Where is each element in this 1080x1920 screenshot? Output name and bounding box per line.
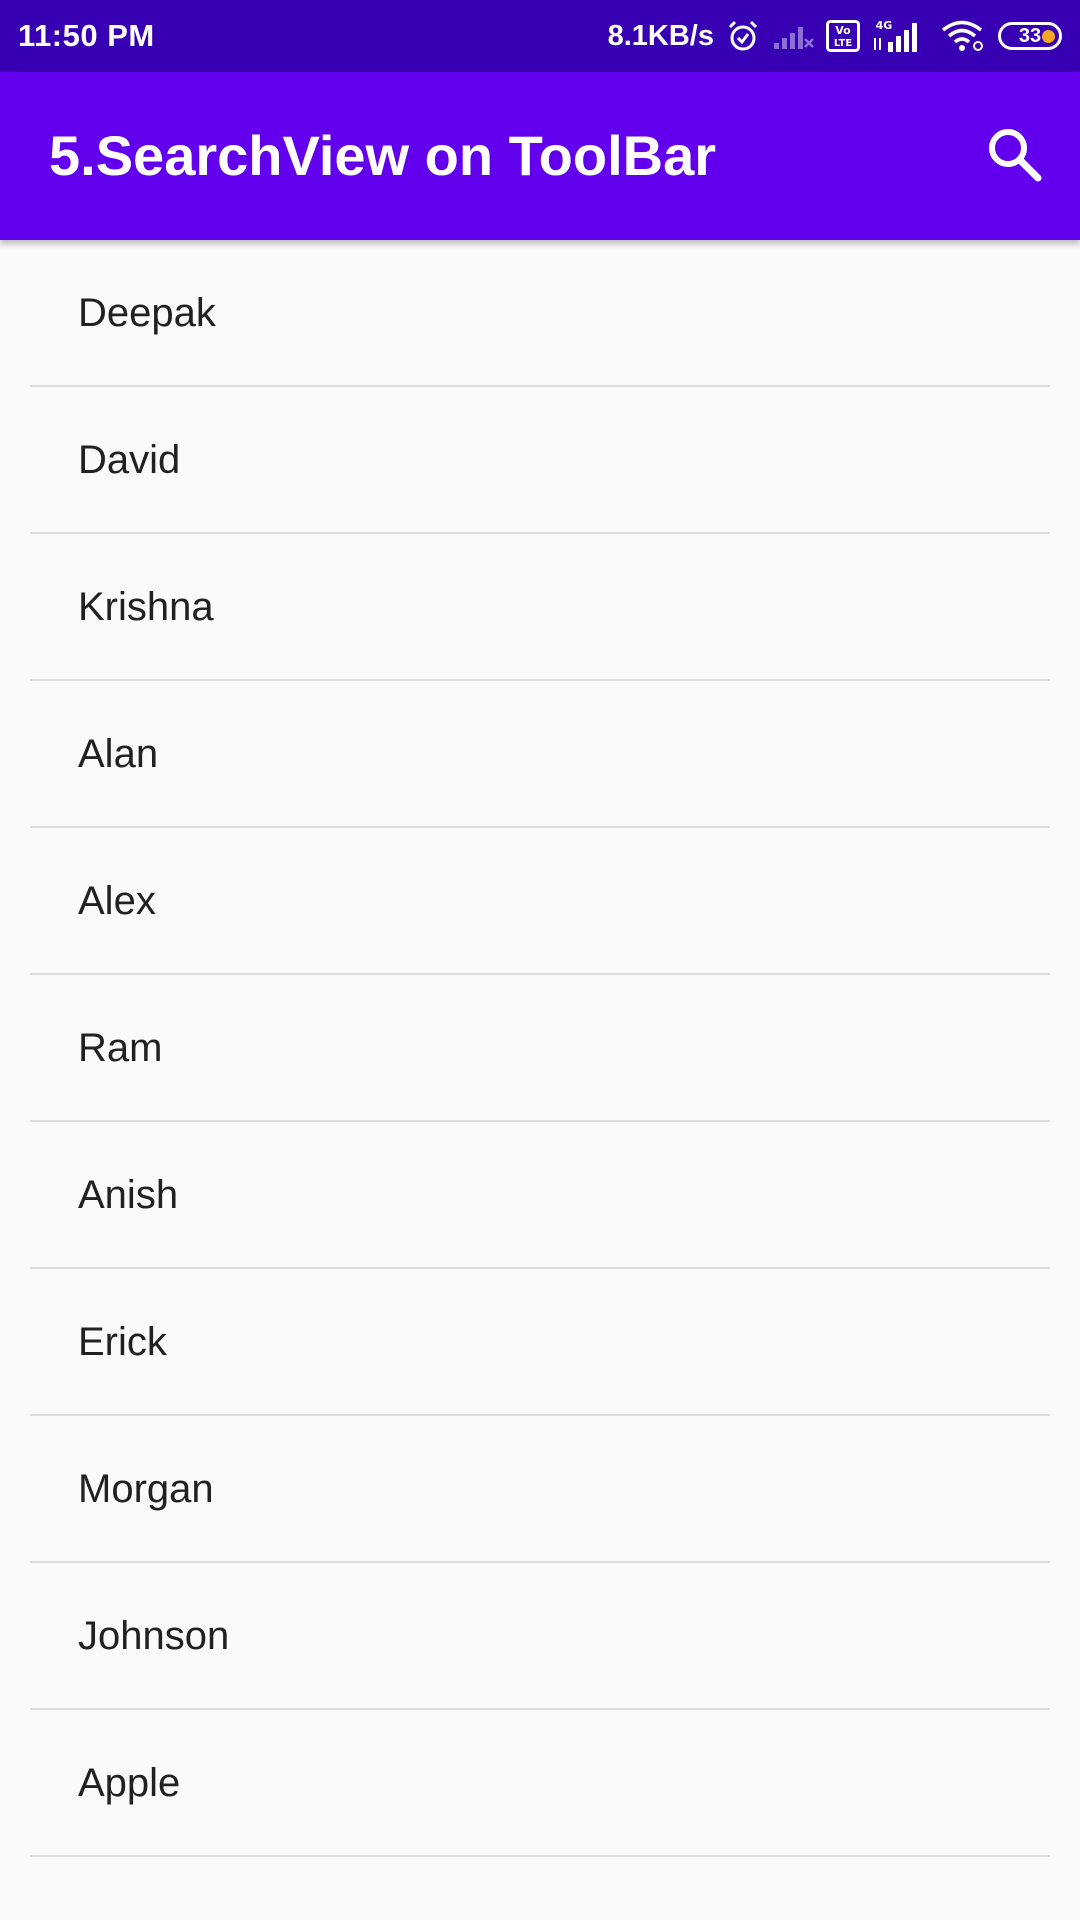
- list-item-label: Johnson: [78, 1614, 230, 1658]
- search-icon: [985, 125, 1043, 188]
- volte-icon: Vo LTE: [826, 20, 860, 52]
- svg-text:LTE: LTE: [834, 38, 853, 49]
- list-item-label: Morgan: [78, 1467, 214, 1511]
- list-item[interactable]: Krishna: [30, 534, 1050, 681]
- battery-level: 33: [1018, 24, 1042, 47]
- list-item[interactable]: Ram: [30, 975, 1050, 1122]
- wifi-icon: [940, 19, 986, 53]
- list-item-label: Erick: [78, 1320, 167, 1364]
- list-item-label: Anish: [78, 1173, 179, 1217]
- signal-4g-icon: 4G: [872, 18, 928, 54]
- battery-icon: 33: [998, 22, 1062, 50]
- list-item[interactable]: Alan: [30, 681, 1050, 828]
- battery-charging-dot: [1042, 30, 1055, 43]
- svg-text:4G: 4G: [876, 19, 893, 32]
- list-item[interactable]: Alex: [30, 828, 1050, 975]
- search-button[interactable]: [972, 114, 1056, 198]
- list-item[interactable]: Apple: [30, 1710, 1050, 1857]
- status-indicators: 8.1KB/s Vo LTE 4G 33: [608, 0, 1062, 72]
- list-item[interactable]: Johnson: [30, 1563, 1050, 1710]
- list-item-label: Apple: [78, 1761, 181, 1805]
- network-speed: 8.1KB/s: [607, 19, 714, 52]
- toolbar-title: 5.SearchView on ToolBar: [49, 124, 717, 187]
- toolbar: 5.SearchView on ToolBar: [0, 72, 1080, 240]
- list-item[interactable]: Anish: [30, 1122, 1050, 1269]
- status-bar: 11:50 PM 8.1KB/s Vo LTE 4G 33: [0, 0, 1080, 72]
- list-item-label: Ram: [78, 1026, 163, 1070]
- list-item-label: David: [78, 438, 181, 482]
- status-time: 11:50 PM: [18, 18, 155, 53]
- svg-text:Vo: Vo: [835, 24, 851, 37]
- list-item-label: Alex: [78, 879, 156, 923]
- list-item[interactable]: Morgan: [30, 1416, 1050, 1563]
- list-item-label: Deepak: [78, 291, 216, 335]
- list-item[interactable]: David: [30, 387, 1050, 534]
- name-list: Deepak David Krishna Alan Alex Ram Anish Erick M…: [0, 240, 1080, 1857]
- signal-weak-icon: [772, 21, 814, 51]
- battery-indicator: 33: [998, 22, 1062, 50]
- list-item[interactable]: Deepak: [30, 240, 1050, 387]
- list-item-label: Krishna: [78, 585, 214, 629]
- list-item-label: Alan: [78, 732, 159, 776]
- list-item[interactable]: Erick: [30, 1269, 1050, 1416]
- alarm-icon: [726, 19, 760, 53]
